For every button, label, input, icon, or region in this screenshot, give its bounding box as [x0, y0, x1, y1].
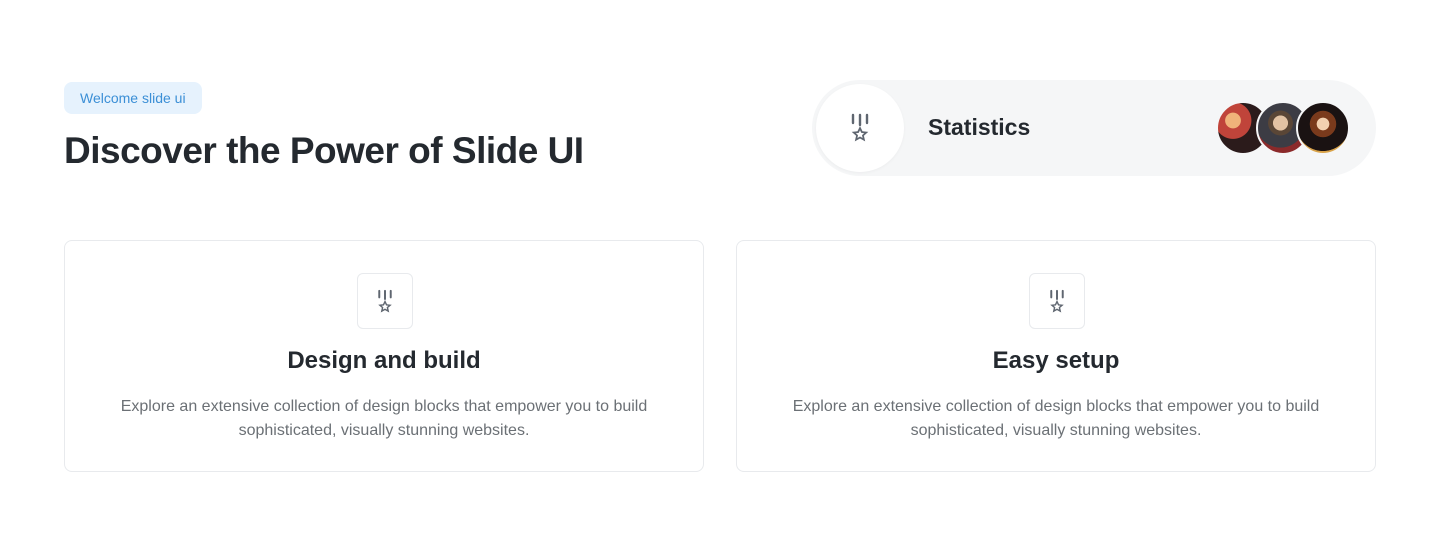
- medal-star-icon: [378, 289, 392, 312]
- page-title: Discover the Power of Slide UI: [64, 130, 584, 171]
- medal-star-icon: [851, 113, 869, 142]
- feature-description-line: sophisticated, visually stunning website…: [910, 422, 1202, 439]
- feature-description: Explore an extensive collection of desig…: [737, 395, 1375, 443]
- feature-description-line: Explore an extensive collection of desig…: [120, 398, 648, 415]
- feature-icon-box: [357, 273, 413, 329]
- welcome-badge: Welcome slide ui: [64, 82, 202, 114]
- feature-icon-box: [1029, 273, 1085, 329]
- feature-card-easy-setup: Easy setup Explore an extensive collecti…: [736, 240, 1376, 472]
- feature-description: Explore an extensive collection of desig…: [65, 395, 703, 443]
- avatar[interactable]: [1296, 101, 1350, 155]
- avatar-group[interactable]: [1216, 101, 1356, 155]
- feature-description-line: Explore an extensive collection of desig…: [792, 398, 1320, 415]
- statistics-label: Statistics: [928, 114, 1031, 140]
- page: Welcome slide ui Discover the Power of S…: [0, 0, 1440, 553]
- feature-title: Design and build: [287, 347, 481, 374]
- feature-description-line: sophisticated, visually stunning website…: [238, 422, 530, 439]
- medal-star-icon: [1050, 289, 1064, 312]
- statistics-pill[interactable]: Statistics: [812, 80, 1376, 176]
- statistics-icon-circle: [816, 84, 904, 172]
- feature-title: Easy setup: [992, 347, 1120, 374]
- feature-card-design-and-build: Design and build Explore an extensive co…: [64, 240, 704, 472]
